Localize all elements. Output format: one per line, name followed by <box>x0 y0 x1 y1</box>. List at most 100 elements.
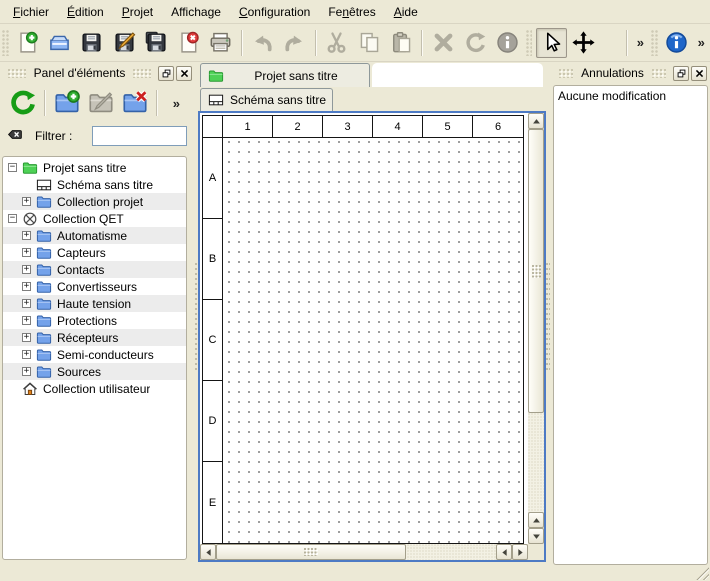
tree-expander-icon[interactable]: + <box>22 231 31 240</box>
toolbar-grip[interactable] <box>2 30 9 56</box>
elements-panel-float-button[interactable] <box>158 66 174 81</box>
tab-project[interactable]: Projet sans titre <box>200 63 370 87</box>
toolbar-grip[interactable] <box>651 30 658 56</box>
rotate-button[interactable] <box>460 28 490 58</box>
menu-edition[interactable]: Édition <box>58 2 113 22</box>
toolbar-overflow-button[interactable]: » <box>168 96 185 111</box>
new-project-button[interactable] <box>13 28 43 58</box>
tree-item-contacts[interactable]: +Contacts <box>3 261 186 278</box>
tab-schema[interactable]: Schéma sans titre <box>200 88 333 111</box>
tree-item-sources[interactable]: +Sources <box>3 363 186 380</box>
folder-icon <box>36 347 52 363</box>
save-as-button[interactable] <box>109 28 139 58</box>
scroll-up-button[interactable] <box>528 113 544 129</box>
qelectrotech-window: FichierÉditionProjetAffichageConfigurati… <box>0 0 710 581</box>
redo-button[interactable] <box>280 28 310 58</box>
element-info-button[interactable] <box>493 28 523 58</box>
menu-aide[interactable]: Aide <box>385 2 427 22</box>
drawing-area[interactable] <box>223 138 523 543</box>
copy-button[interactable] <box>354 28 384 58</box>
tree-item-collection-utilisateur[interactable]: Collection utilisateur <box>3 380 186 397</box>
delete-cross-icon <box>432 31 455 54</box>
reload-collections-button[interactable] <box>7 87 39 119</box>
tree-item-protections[interactable]: +Protections <box>3 312 186 329</box>
horizontal-scroll-thumb[interactable] <box>216 544 406 560</box>
pan-mode-button[interactable] <box>569 28 599 58</box>
tree-expander-icon[interactable]: + <box>22 316 31 325</box>
open-project-button[interactable] <box>45 28 75 58</box>
tree-expander-icon[interactable]: + <box>22 333 31 342</box>
tree-item-schema-sans-titre[interactable]: Schéma sans titre <box>3 176 186 193</box>
undo-panel-close-button[interactable] <box>691 66 707 81</box>
tree-expander-icon[interactable]: + <box>22 197 31 206</box>
tree-expander-icon[interactable]: − <box>8 214 17 223</box>
close-file-icon <box>177 31 200 54</box>
cut-button[interactable] <box>322 28 352 58</box>
undo-history-list: Aucune modification <box>553 85 708 565</box>
schema-tabbar: Schéma sans titre <box>198 87 546 111</box>
menu-fichier[interactable]: Fichier <box>4 2 58 22</box>
tree-item-haute-tension[interactable]: +Haute tension <box>3 295 186 312</box>
tree-item-projet-sans-titre[interactable]: − Projet sans titre <box>3 159 186 176</box>
thumb-grip-icon <box>304 548 318 556</box>
menu-projet[interactable]: Projet <box>113 2 162 22</box>
menu-fenetres[interactable]: Fenêtres <box>319 2 384 22</box>
dock-texture <box>133 69 151 78</box>
splitter-grip[interactable] <box>546 262 550 372</box>
save-button[interactable] <box>77 28 107 58</box>
menu-affichage[interactable]: Affichage <box>162 2 230 22</box>
close-icon <box>695 69 704 78</box>
undo-history-item[interactable]: Aucune modification <box>558 88 703 104</box>
edit-category-button[interactable] <box>85 87 117 119</box>
undo-button[interactable] <box>248 28 278 58</box>
clear-filter-icon <box>6 127 24 145</box>
tree-expander-icon[interactable]: + <box>22 248 31 257</box>
horizontal-scrollbar[interactable] <box>200 544 528 560</box>
toolbar-overflow-button[interactable]: » <box>693 35 710 50</box>
select-mode-button[interactable] <box>536 28 566 58</box>
scroll-up-button-2[interactable] <box>528 512 544 528</box>
diagram-canvas[interactable]: 123456ABCDE <box>200 113 528 544</box>
arrow-left-icon <box>204 548 213 557</box>
vertical-scroll-thumb[interactable] <box>528 129 544 413</box>
new-category-button[interactable] <box>51 87 83 119</box>
tree-expander-icon[interactable]: + <box>22 299 31 308</box>
tree-expander-icon[interactable]: + <box>22 282 31 291</box>
tree-item-collection-projet[interactable]: +Collection projet <box>3 193 186 210</box>
tree-item-automatisme[interactable]: +Automatisme <box>3 227 186 244</box>
status-bar <box>0 565 710 581</box>
tree-item-label: Projet sans titre <box>43 161 126 175</box>
print-button[interactable] <box>205 28 235 58</box>
scroll-right-button[interactable] <box>512 544 528 560</box>
scroll-down-button[interactable] <box>528 528 544 544</box>
tree-item-capteurs[interactable]: +Capteurs <box>3 244 186 261</box>
tree-item-semi-conducteurs[interactable]: +Semi-conducteurs <box>3 346 186 363</box>
filter-input[interactable] <box>92 126 187 146</box>
clear-filter-button[interactable] <box>6 127 28 145</box>
tree-expander-icon[interactable]: + <box>22 367 31 376</box>
toolbar-overflow-button[interactable]: » <box>632 35 649 50</box>
paste-button[interactable] <box>386 28 416 58</box>
tree-expander-icon[interactable]: + <box>22 265 31 274</box>
scroll-left-button[interactable] <box>200 544 216 560</box>
vertical-scrollbar[interactable] <box>528 113 544 544</box>
elements-panel-close-button[interactable] <box>176 66 192 81</box>
delete-button[interactable] <box>428 28 458 58</box>
delete-category-button[interactable] <box>119 87 151 119</box>
tree-expander-icon[interactable]: + <box>22 350 31 359</box>
tree-item-label: Collection utilisateur <box>43 382 150 396</box>
folder-icon <box>36 194 52 210</box>
tree-item-recepteurs[interactable]: +Récepteurs <box>3 329 186 346</box>
tree-item-convertisseurs[interactable]: +Convertisseurs <box>3 278 186 295</box>
schema-icon <box>208 92 224 108</box>
tree-item-collection-qet[interactable]: −Collection QET <box>3 210 186 227</box>
close-file-button[interactable] <box>173 28 203 58</box>
scroll-left-button-2[interactable] <box>496 544 512 560</box>
menu-configuration[interactable]: Configuration <box>230 2 319 22</box>
about-button[interactable] <box>662 28 692 58</box>
resize-grip[interactable] <box>696 567 709 580</box>
undo-panel-float-button[interactable] <box>673 66 689 81</box>
save-all-button[interactable] <box>141 28 171 58</box>
tree-expander-icon[interactable]: − <box>8 163 17 172</box>
toolbar-grip[interactable] <box>526 30 533 56</box>
